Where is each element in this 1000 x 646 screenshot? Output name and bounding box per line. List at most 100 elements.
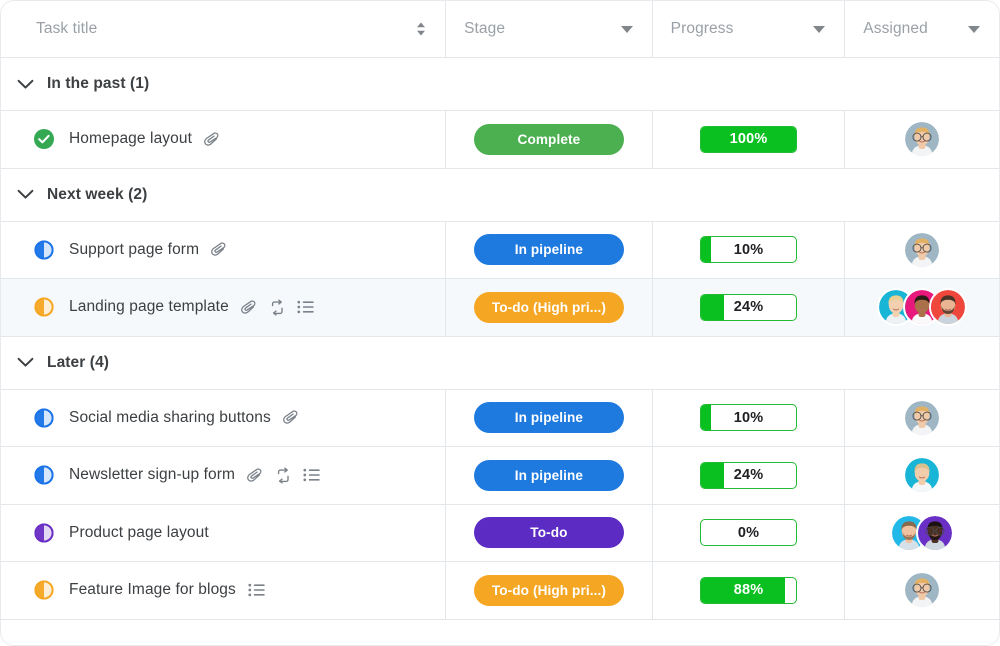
repeat-icon[interactable]	[275, 467, 292, 484]
assigned-cell[interactable]	[844, 562, 999, 619]
progress-cell[interactable]: 10%	[651, 389, 845, 446]
half-circle-icon[interactable]	[33, 464, 55, 486]
status-badge[interactable]: To-do	[473, 517, 624, 549]
column-header-stage[interactable]: Stage	[445, 1, 652, 57]
avatar-woman-glasses[interactable]	[903, 571, 941, 609]
chevron-down-icon[interactable]	[13, 183, 37, 207]
task-title-cell[interactable]: Social media sharing buttons	[1, 390, 445, 447]
stage-cell[interactable]: In pipeline	[445, 221, 652, 278]
table-row[interactable]: Landing page template To-do (High pri...…	[1, 279, 999, 337]
progress-cell[interactable]: 88%	[651, 562, 845, 619]
task-title-cell[interactable]: Support page form	[1, 222, 445, 279]
avatar-man-beard[interactable]	[929, 288, 968, 327]
task-title-cell[interactable]: Product page layout	[1, 505, 445, 562]
avatar-group[interactable]	[903, 231, 941, 269]
paperclip-icon[interactable]	[204, 131, 221, 148]
half-circle-icon[interactable]	[33, 522, 55, 544]
group-header-next-week[interactable]: Next week (2)	[1, 168, 999, 222]
status-badge[interactable]: In pipeline	[473, 459, 624, 491]
assigned-cell[interactable]	[844, 221, 999, 278]
half-circle-icon[interactable]	[33, 579, 55, 601]
paperclip-icon[interactable]	[282, 409, 300, 426]
stage-cell[interactable]: To-do (High pri...)	[445, 279, 652, 336]
progress-bar[interactable]: 24%	[700, 293, 798, 321]
avatar-woman-glasses[interactable]	[903, 120, 941, 158]
task-title-cell[interactable]: Newsletter sign-up form	[1, 447, 445, 504]
column-header-title[interactable]: Task title	[1, 1, 445, 57]
chevron-down-icon[interactable]	[13, 72, 37, 96]
status-badge[interactable]: In pipeline	[473, 234, 624, 266]
progress-bar[interactable]: 10%	[700, 236, 798, 264]
chevron-down-icon[interactable]	[13, 351, 37, 375]
stage-cell[interactable]: In pipeline	[445, 389, 652, 446]
paperclip-icon[interactable]	[211, 241, 228, 258]
sort-icon[interactable]	[415, 21, 427, 37]
avatar-group[interactable]	[890, 513, 955, 552]
status-badge[interactable]: To-do (High pri...)	[473, 574, 624, 606]
progress-cell[interactable]: 24%	[651, 447, 845, 504]
group-header-later[interactable]: Later (4)	[1, 336, 999, 390]
avatar-group[interactable]	[903, 399, 941, 437]
progress-bar[interactable]: 10%	[700, 404, 798, 432]
avatar-woman-glasses[interactable]	[903, 399, 941, 437]
group-header-in-the-past[interactable]: In the past (1)	[1, 58, 999, 111]
avatar-man-glasses-dark[interactable]	[916, 513, 955, 552]
stage-cell[interactable]: To-do (High pri...)	[445, 562, 652, 619]
avatar-woman-teal[interactable]	[903, 456, 941, 494]
progress-cell[interactable]: 100%	[651, 111, 845, 168]
assigned-cell[interactable]	[844, 389, 999, 446]
chevron-down-icon[interactable]	[812, 24, 826, 34]
paperclip-icon[interactable]	[240, 299, 258, 316]
column-header-assigned-label: Assigned	[863, 20, 928, 37]
avatar-group[interactable]	[877, 288, 968, 327]
avatar-group[interactable]	[903, 456, 941, 494]
task-title-cell[interactable]: Landing page template	[1, 279, 445, 336]
task-title-cell[interactable]: Feature Image for blogs	[1, 562, 445, 619]
table-row[interactable]: Newsletter sign-up form In pipeline 24%	[1, 447, 999, 505]
assigned-cell[interactable]	[844, 447, 999, 504]
avatar-group[interactable]	[903, 571, 941, 609]
list-icon[interactable]	[297, 299, 315, 315]
table-row[interactable]: Homepage layout Complete 100%	[1, 111, 999, 169]
chevron-down-icon[interactable]	[620, 24, 634, 34]
avatar-woman-glasses[interactable]	[903, 231, 941, 269]
table-row[interactable]: Support page form In pipeline 10%	[1, 221, 999, 279]
task-title-label: Landing page template	[69, 298, 229, 316]
assigned-cell[interactable]	[844, 504, 999, 561]
progress-bar-fill	[701, 294, 724, 320]
progress-cell[interactable]: 10%	[651, 221, 845, 278]
half-circle-icon[interactable]	[33, 296, 55, 318]
progress-bar[interactable]: 88%	[700, 576, 798, 604]
progress-bar[interactable]: 100%	[700, 125, 798, 153]
chevron-down-icon[interactable]	[967, 24, 981, 34]
list-icon[interactable]	[248, 582, 266, 598]
repeat-icon[interactable]	[269, 299, 286, 316]
column-header-progress[interactable]: Progress	[651, 1, 845, 57]
avatar-group[interactable]	[903, 120, 941, 158]
column-header-assigned[interactable]: Assigned	[844, 1, 999, 57]
table-row[interactable]: Social media sharing buttons In pipeline…	[1, 389, 999, 447]
status-badge[interactable]: To-do (High pri...)	[473, 291, 624, 323]
half-circle-icon[interactable]	[33, 239, 55, 261]
check-circle-icon[interactable]	[33, 128, 55, 150]
progress-bar[interactable]: 24%	[700, 461, 798, 489]
progress-cell[interactable]: 0%	[651, 504, 845, 561]
status-badge[interactable]: In pipeline	[473, 402, 624, 434]
stage-cell[interactable]: Complete	[445, 111, 652, 168]
assigned-cell[interactable]	[844, 111, 999, 168]
stage-cell[interactable]: In pipeline	[445, 447, 652, 504]
progress-value-label: 24%	[733, 299, 764, 316]
task-title-cell[interactable]: Homepage layout	[1, 111, 445, 168]
list-icon[interactable]	[303, 467, 321, 483]
progress-bar[interactable]: 0%	[700, 519, 798, 547]
half-circle-icon[interactable]	[33, 407, 55, 429]
table-row[interactable]: Product page layout To-do 0%	[1, 504, 999, 562]
status-badge[interactable]: Complete	[473, 123, 624, 155]
assigned-cell[interactable]	[844, 279, 999, 336]
progress-value-label: 10%	[733, 241, 764, 258]
progress-cell[interactable]: 24%	[651, 279, 845, 336]
stage-cell[interactable]: To-do	[445, 504, 652, 561]
table-row[interactable]: Feature Image for blogs To-do (High pri.…	[1, 562, 999, 620]
progress-bar-fill	[701, 237, 711, 263]
paperclip-icon[interactable]	[247, 467, 264, 484]
